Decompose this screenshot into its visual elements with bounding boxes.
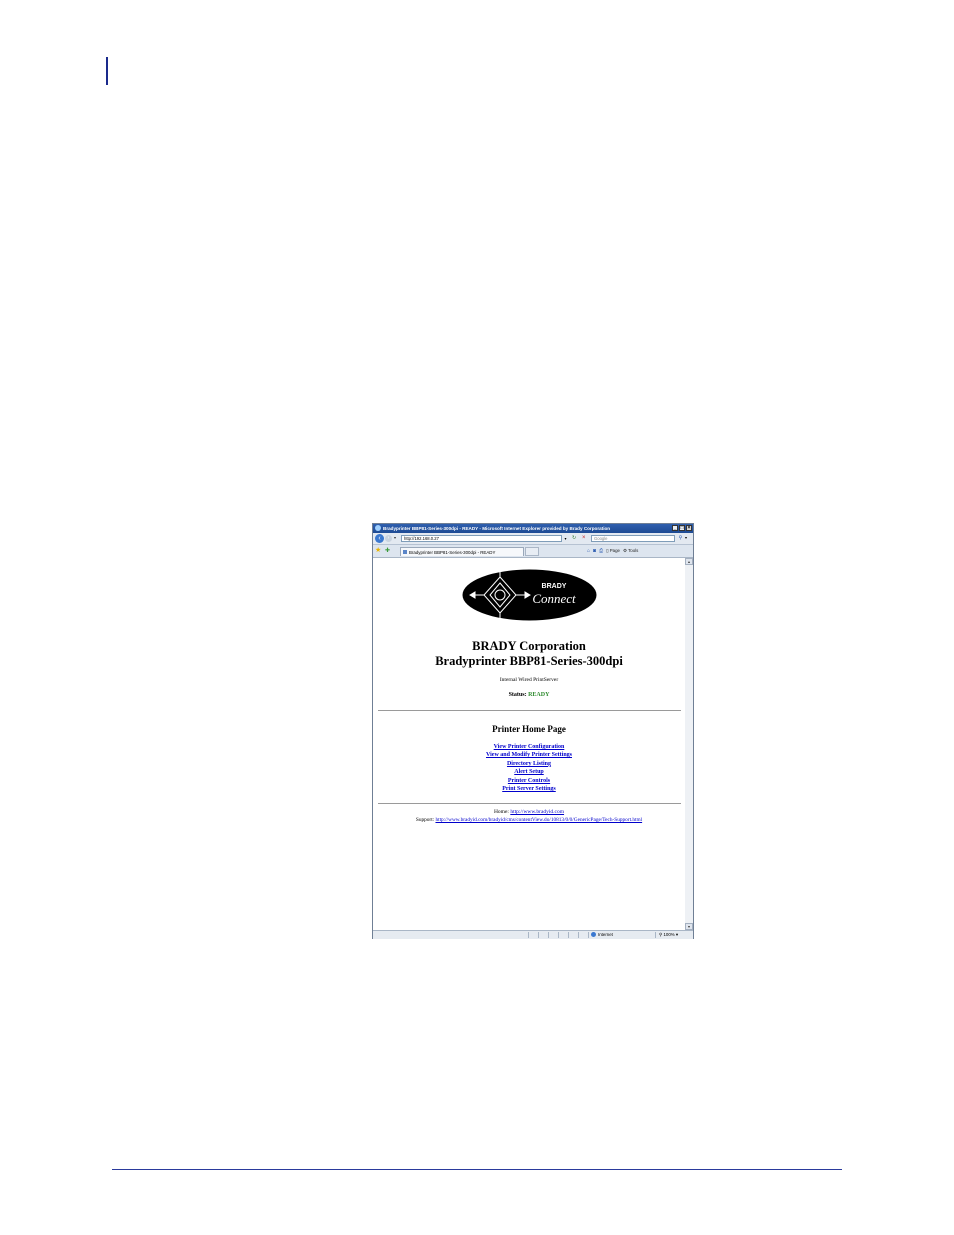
page-favicon-icon [403, 550, 407, 554]
divider-bottom [378, 803, 681, 804]
command-bar: ⌂ ◙ ⎙ ▯ Page ⚙ Tools [587, 546, 638, 556]
print-server-type: Internal Wired PrintServer [499, 677, 559, 683]
globe-icon [591, 932, 596, 938]
back-icon[interactable]: ‹ [375, 534, 384, 543]
status-cells [528, 932, 598, 938]
home-url-line: Home: http://www.bradyid.com [373, 809, 685, 815]
address-dropdown-icon[interactable]: ▾ [561, 535, 569, 542]
printer-status: Status: READY [373, 692, 685, 698]
brady-connect-logo: BRADY Connect [462, 569, 597, 621]
print-icon[interactable]: ⎙ [599, 548, 603, 554]
page-icon: ▯ [606, 548, 609, 553]
page-margin-bar [106, 57, 108, 85]
tab-active[interactable]: Bradyprinter BBP81-Series-300dpi - READY [400, 547, 524, 556]
security-zone: Internet [591, 932, 613, 938]
stop-icon[interactable]: × [582, 535, 586, 541]
new-tab-button[interactable] [525, 547, 539, 556]
status-value: READY [528, 692, 550, 698]
home-label: Home: [493, 809, 509, 815]
logo-connect-text: Connect [532, 591, 576, 606]
link-view-printer-configuration[interactable]: View Printer Configuration [373, 743, 685, 751]
title-bar[interactable]: Bradyprinter BBP81-Series-300dpi - READY… [373, 524, 693, 533]
add-favorite-icon[interactable]: ✚ [385, 547, 390, 555]
search-icon[interactable]: ⚲ [677, 535, 684, 542]
address-input[interactable]: http://192.168.0.27 [401, 535, 568, 542]
address-toolbar: ‹ › ▾ http://192.168.0.27 ▾ ↻ × Google ⚲… [373, 533, 693, 545]
nav-links: View Printer Configuration View and Modi… [373, 743, 685, 793]
feeds-icon[interactable]: ◙ [593, 548, 596, 554]
page-viewport: BRADY Connect BRADY Corporation Bradypri… [373, 558, 686, 930]
refresh-icon[interactable]: ↻ [572, 535, 576, 541]
search-input[interactable]: Google [591, 535, 675, 542]
scroll-up-icon[interactable]: ▴ [685, 558, 693, 565]
minimize-icon[interactable]: _ [672, 525, 678, 531]
link-alert-setup[interactable]: Alert Setup [373, 768, 685, 776]
page-menu[interactable]: ▯ Page [606, 548, 620, 554]
status-label: Status: [508, 692, 527, 698]
forward-icon[interactable]: › [385, 535, 392, 542]
link-printer-controls[interactable]: Printer Controls [373, 777, 685, 785]
organization-title: BRADY Corporation [472, 639, 586, 653]
support-url-line: Support: http://www.bradyid.com/bradyid/… [373, 817, 685, 823]
zoom-control[interactable]: ⚲ 100% ▾ [655, 932, 678, 938]
window-title: Bradyprinter BBP81-Series-300dpi - READY… [383, 526, 611, 531]
tools-menu[interactable]: ⚙ Tools [623, 548, 638, 554]
search-options-icon[interactable]: ▾ [685, 535, 687, 540]
printer-model-title: Bradyprinter BBP81-Series-300dpi [435, 654, 623, 668]
support-url-link[interactable]: http://www.bradyid.com/bradyid/cms/conte… [435, 817, 642, 823]
home-url-link[interactable]: http://www.bradyid.com [510, 809, 564, 815]
history-dropdown-icon[interactable]: ▾ [394, 535, 396, 540]
favorites-star-icon[interactable]: ★ [375, 547, 381, 555]
support-label: Support: [415, 817, 435, 823]
tab-title: Bradyprinter BBP81-Series-300dpi - READY [409, 550, 496, 555]
divider-top [378, 710, 681, 711]
vertical-scrollbar[interactable]: ▴ ▾ [685, 558, 693, 930]
ie-icon [375, 525, 381, 531]
footer-rule [112, 1169, 842, 1170]
home-page-heading: Printer Home Page [492, 724, 566, 734]
tools-gear-icon: ⚙ [623, 548, 627, 553]
link-view-modify-printer-settings[interactable]: View and Modify Printer Settings [373, 751, 685, 759]
status-bar: Internet ⚲ 100% ▾ [373, 930, 693, 939]
close-icon[interactable]: × [686, 525, 692, 531]
maximize-icon[interactable]: □ [679, 525, 685, 531]
logo-brady-text: BRADY [542, 583, 567, 590]
link-print-server-settings[interactable]: Print Server Settings [373, 785, 685, 793]
window-controls: _ □ × [672, 525, 692, 531]
link-directory-listing[interactable]: Directory Listing [373, 760, 685, 768]
zoom-magnifier-icon: ⚲ [659, 932, 663, 937]
tab-toolbar: ★ ✚ Bradyprinter BBP81-Series-300dpi - R… [373, 545, 693, 558]
scroll-down-icon[interactable]: ▾ [685, 923, 693, 930]
browser-window: Bradyprinter BBP81-Series-300dpi - READY… [372, 523, 694, 939]
home-icon[interactable]: ⌂ [587, 548, 590, 554]
